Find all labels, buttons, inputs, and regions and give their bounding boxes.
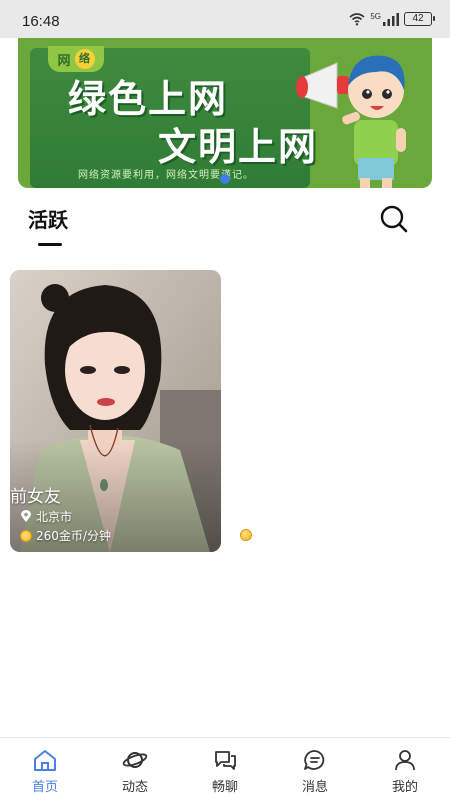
- user-name: 前女友: [10, 487, 61, 507]
- nav-label-profile: 我的: [391, 780, 418, 795]
- user-price-text: 260金币/分钟: [36, 529, 111, 543]
- banner-tag-right: 络: [74, 49, 95, 69]
- tab-active-indicator: [38, 243, 62, 246]
- nav-item-messages[interactable]: 消息: [270, 738, 360, 800]
- tab-active[interactable]: 活跃: [28, 204, 68, 233]
- chat-bubbles-icon: [215, 751, 236, 770]
- nav-item-chat[interactable]: 畅聊: [180, 738, 270, 800]
- cartoon-boy-megaphone-illustration: [296, 55, 406, 188]
- nav-label-messages: 消息: [301, 780, 328, 795]
- home-icon: [34, 750, 56, 771]
- coin-icon: [20, 529, 32, 542]
- user-location-text: 北京市: [36, 510, 73, 524]
- message-icon: [304, 750, 325, 770]
- bottom-nav: 首页 动态 畅聊 消息 我的: [0, 737, 450, 800]
- profile-icon: [395, 750, 415, 771]
- nav-label-chat: 畅聊: [211, 780, 238, 795]
- promo-banner[interactable]: 网 络 绿色上网 文明上网 网络资源要利用，网络文明要谨记。: [18, 38, 432, 188]
- banner-headline-1: 绿色上网: [68, 77, 229, 121]
- nav-item-home[interactable]: 首页: [0, 738, 90, 800]
- status-bar: 16:48 5G 42: [0, 0, 450, 38]
- user-price: 260金币/分钟: [20, 527, 111, 544]
- planet-icon: [122, 752, 148, 768]
- nav-label-home: 首页: [31, 780, 58, 795]
- network-type: 5G: [370, 11, 381, 21]
- banner-indicator-dot[interactable]: [220, 174, 230, 184]
- location-pin-icon: [21, 510, 31, 522]
- nav-item-profile[interactable]: 我的: [360, 738, 450, 800]
- nav-label-feed: 动态: [121, 780, 148, 795]
- search-icon[interactable]: [379, 204, 409, 234]
- battery-icon: 42: [404, 12, 435, 26]
- coin-icon: [240, 529, 252, 541]
- status-icons: 5G 42: [349, 11, 435, 26]
- user-location: 北京市: [20, 508, 72, 525]
- banner-tag-left: 网: [57, 53, 71, 69]
- status-time: 16:48: [22, 13, 60, 30]
- nav-item-feed[interactable]: 动态: [90, 738, 180, 800]
- signal-icon: [383, 13, 399, 26]
- wifi-icon: [349, 13, 365, 26]
